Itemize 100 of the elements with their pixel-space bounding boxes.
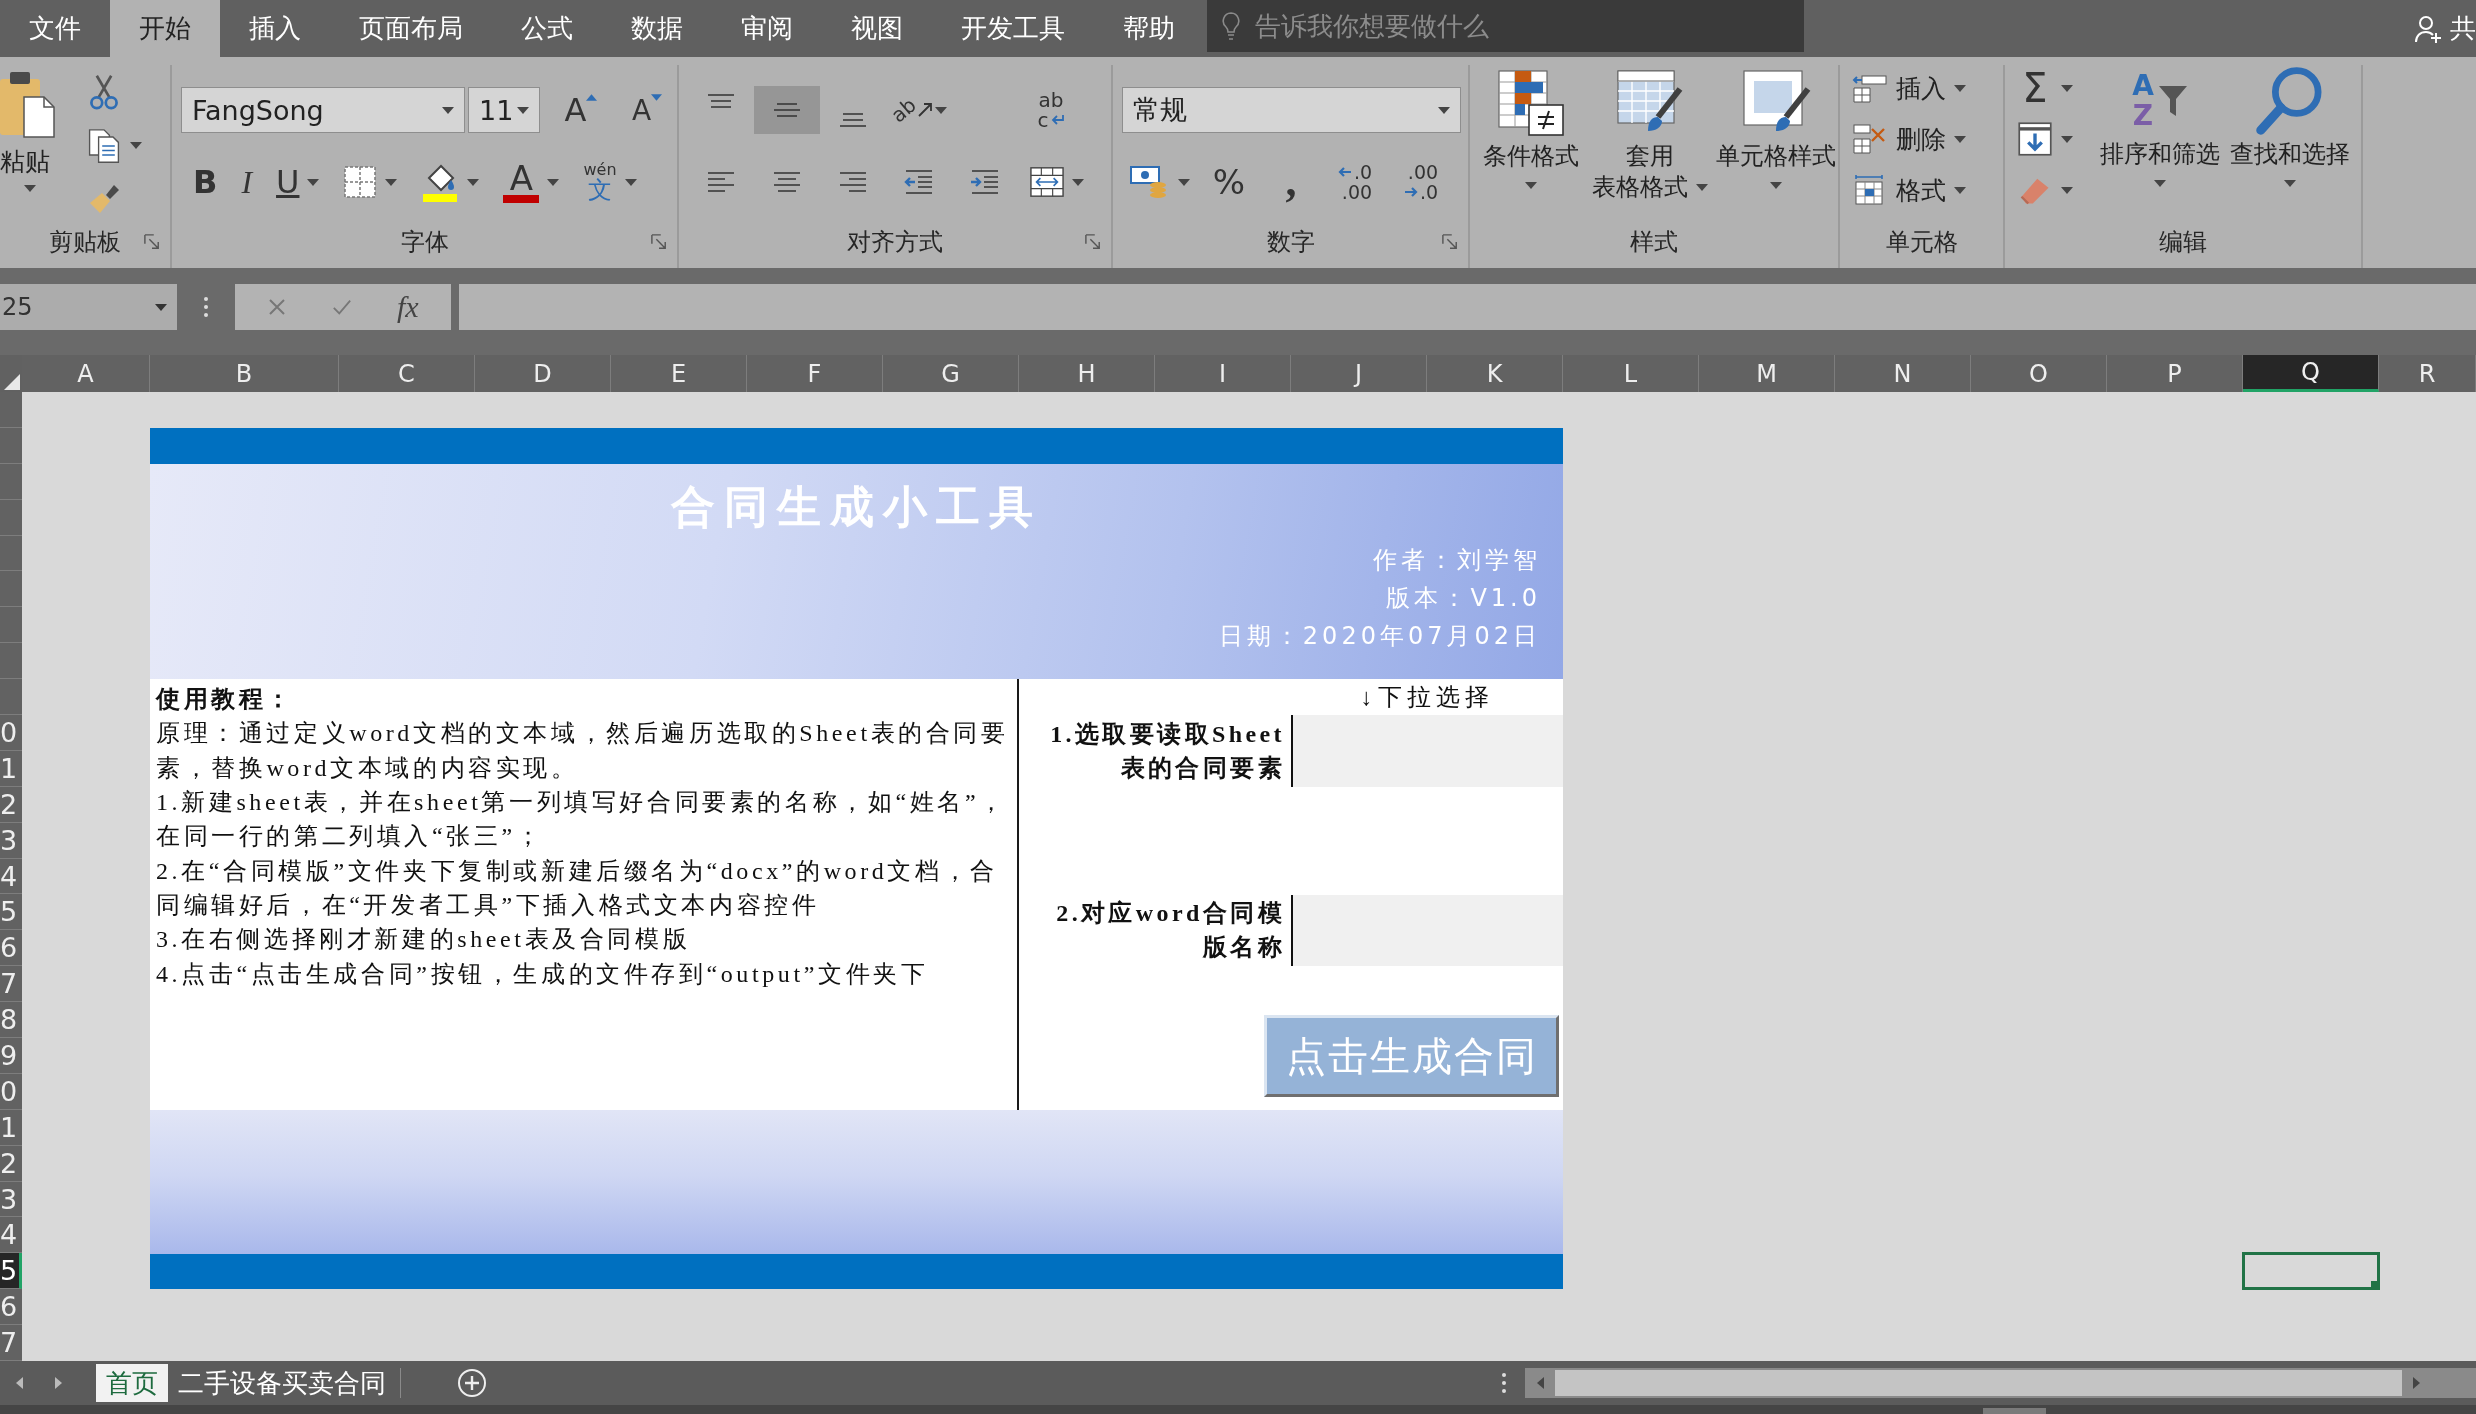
paste-button[interactable]: 粘贴: [0, 65, 70, 222]
row-header[interactable]: 5: [0, 894, 22, 931]
row-header[interactable]: 2: [0, 786, 22, 823]
column-header[interactable]: K: [1427, 355, 1563, 392]
orientation-button[interactable]: ab: [886, 86, 952, 134]
align-middle-button[interactable]: [754, 86, 820, 134]
check-icon[interactable]: [332, 297, 353, 317]
selected-cell[interactable]: [2242, 1252, 2380, 1291]
caret-icon: [155, 303, 167, 311]
row-header[interactable]: 3: [0, 822, 22, 859]
menu-tab[interactable]: 审阅: [712, 0, 822, 57]
font-size-dropdown[interactable]: 11: [468, 87, 540, 133]
find-select-button[interactable]: 查找和选择: [2227, 65, 2353, 222]
column-header[interactable]: P: [2107, 355, 2243, 392]
row-header[interactable]: 4: [0, 1217, 22, 1254]
column-header[interactable]: M: [1699, 355, 1835, 392]
comma-style-button[interactable]: ,: [1268, 158, 1314, 206]
conditional-formatting-button[interactable]: 条件格式: [1476, 67, 1587, 222]
column-header[interactable]: A: [22, 355, 150, 392]
column-header[interactable]: E: [611, 355, 747, 392]
column-header[interactable]: N: [1835, 355, 1971, 392]
row-header[interactable]: 0: [0, 1073, 22, 1110]
column-header[interactable]: G: [883, 355, 1019, 392]
formula-input[interactable]: [459, 284, 2476, 330]
column-header[interactable]: D: [475, 355, 611, 392]
number-format-dropdown[interactable]: 常规: [1122, 87, 1461, 133]
increase-decimal-button[interactable]: .0 .00: [1330, 158, 1380, 206]
menu-tab[interactable]: 帮助: [1094, 0, 1204, 57]
more-icon[interactable]: [203, 296, 209, 318]
format-as-table-button[interactable]: 套用 表格格式: [1590, 67, 1711, 222]
horizontal-scrollbar[interactable]: [1525, 1368, 2476, 1398]
scroll-thumb[interactable]: [1555, 1370, 2402, 1396]
row-header[interactable]: 2: [0, 1145, 22, 1182]
more-icon[interactable]: [1501, 1372, 1507, 1394]
autosum-button[interactable]: Σ: [2017, 65, 2097, 111]
dialog-launcher-icon[interactable]: [144, 234, 160, 250]
row-header[interactable]: 6: [0, 930, 22, 967]
menu-tab[interactable]: 视图: [822, 0, 932, 57]
share-button[interactable]: 共: [2414, 0, 2476, 57]
dialog-launcher-icon[interactable]: [1085, 234, 1101, 250]
cell-styles-button[interactable]: 单元格样式: [1714, 67, 1838, 222]
wrap-text-button[interactable]: ab c: [1018, 86, 1084, 134]
row-header[interactable]: 3: [0, 1181, 22, 1218]
column-header[interactable]: J: [1291, 355, 1427, 392]
percent-style-button[interactable]: %: [1206, 158, 1252, 206]
underline-button[interactable]: U: [276, 158, 320, 206]
italic-button[interactable]: I: [241, 158, 253, 206]
insert-button[interactable]: 插入: [1852, 65, 2003, 111]
decrease-decimal-button[interactable]: .00 .0: [1396, 158, 1446, 206]
increase-font-size-button[interactable]: A: [556, 86, 606, 134]
select-all-button[interactable]: [0, 355, 22, 392]
column-header[interactable]: I: [1155, 355, 1291, 392]
bold-button[interactable]: B: [193, 158, 218, 206]
sheet-tab[interactable]: 二手设备买卖合同: [168, 1364, 396, 1402]
row-header[interactable]: 8: [0, 1002, 22, 1039]
row-header[interactable]: 0: [0, 715, 22, 751]
format-button[interactable]: 格式: [1852, 167, 2003, 213]
phonetic-guide-button[interactable]: wén 文: [583, 158, 637, 206]
row-header[interactable]: 1: [0, 750, 22, 787]
menu-tab[interactable]: 公式: [492, 0, 602, 57]
column-header[interactable]: C: [339, 355, 475, 392]
font-color-button[interactable]: A: [503, 158, 560, 206]
decrease-font-size-button[interactable]: A: [622, 86, 672, 134]
dropdown-field[interactable]: [1291, 894, 1563, 967]
menu-tab[interactable]: 开发工具: [932, 0, 1094, 57]
column-header[interactable]: F: [747, 355, 883, 392]
scroll-left-icon[interactable]: [1535, 1376, 1545, 1390]
row-header[interactable]: 7: [0, 966, 22, 1003]
font-name-dropdown[interactable]: FangSong: [181, 87, 465, 133]
column-header[interactable]: L: [1563, 355, 1699, 392]
close-icon[interactable]: [267, 297, 288, 317]
sort-filter-button[interactable]: A Z 排序和筛选: [2097, 65, 2223, 222]
scroll-left-icon[interactable]: [14, 1376, 24, 1390]
row-header[interactable]: 9: [0, 1038, 22, 1074]
name-box[interactable]: 25: [0, 284, 177, 330]
scroll-right-icon[interactable]: [2412, 1376, 2422, 1390]
menu-tab[interactable]: 页面布局: [330, 0, 492, 57]
insert-function-button[interactable]: fx: [396, 290, 419, 324]
dialog-launcher-icon[interactable]: [1442, 234, 1458, 250]
column-header[interactable]: R: [2379, 355, 2476, 392]
delete-button[interactable]: 删除: [1852, 116, 2003, 162]
dialog-launcher-icon[interactable]: [651, 234, 667, 250]
column-header[interactable]: B: [150, 355, 339, 392]
row-header[interactable]: 4: [0, 858, 22, 895]
row-header[interactable]: 6: [0, 1289, 22, 1326]
column-header[interactable]: O: [1971, 355, 2107, 392]
menu-tab[interactable]: 开始: [110, 0, 220, 57]
row-header[interactable]: 5: [0, 1253, 22, 1290]
add-sheet-icon[interactable]: [457, 1368, 487, 1398]
row-header[interactable]: 7: [0, 1325, 22, 1362]
sheet-tab[interactable]: 首页: [96, 1364, 168, 1402]
column-header[interactable]: Q: [2243, 355, 2379, 392]
menu-tab[interactable]: 文件: [0, 0, 110, 57]
column-header[interactable]: H: [1019, 355, 1155, 392]
row-header[interactable]: 1: [0, 1109, 22, 1146]
tell-me-field[interactable]: 告诉我你想要做什么: [1207, 0, 1804, 52]
scroll-right-icon[interactable]: [54, 1376, 64, 1390]
menu-tab[interactable]: 数据: [602, 0, 712, 57]
menu-tab[interactable]: 插入: [220, 0, 330, 57]
dropdown-field[interactable]: [1291, 715, 1563, 787]
